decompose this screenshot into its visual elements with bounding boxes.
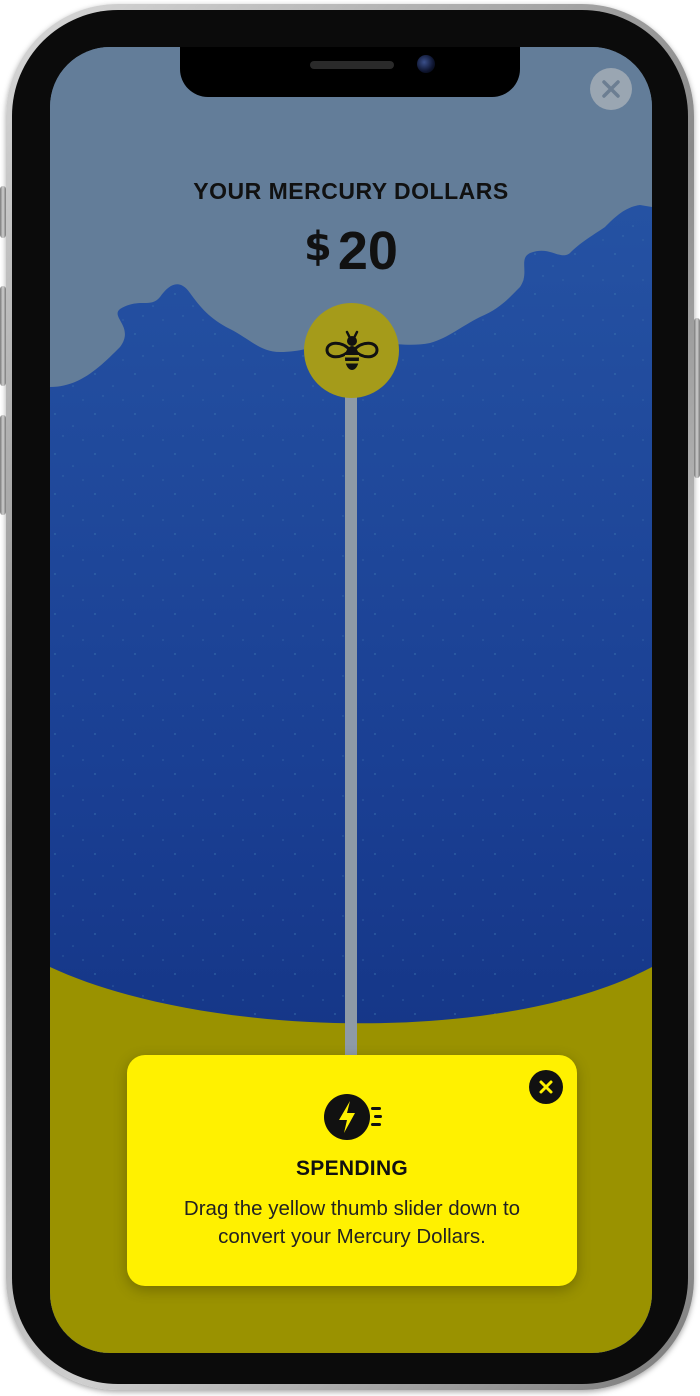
power-button xyxy=(694,318,700,478)
tooltip-text: Drag the yellow thumb slider down to con… xyxy=(147,1195,557,1251)
volume-down-button xyxy=(0,415,6,515)
slider-thumb[interactable] xyxy=(304,303,399,398)
slider-track[interactable] xyxy=(345,395,357,1055)
bee-icon xyxy=(324,330,379,370)
close-icon xyxy=(539,1080,553,1094)
amount-value: 20 xyxy=(337,221,398,281)
volume-up-button xyxy=(0,286,6,386)
earpiece-speaker xyxy=(310,61,394,69)
lightning-speed-icon xyxy=(324,1094,382,1140)
balance-label: YOUR MERCURY DOLLARS xyxy=(193,178,509,204)
balance-amount: $20 xyxy=(50,220,652,282)
tooltip-text-line-2: convert your Mercury Dollars. xyxy=(218,1225,486,1248)
device-notch xyxy=(180,47,520,97)
tooltip-text-line-1: Drag the yellow thumb slider down to xyxy=(183,1197,521,1220)
currency-symbol: $ xyxy=(304,224,332,270)
close-button[interactable] xyxy=(590,68,632,110)
tooltip-title: SPENDING xyxy=(295,1157,409,1180)
spending-tooltip: SPENDING Drag the yellow thumb slider do… xyxy=(127,1055,577,1286)
tooltip-close-button[interactable] xyxy=(529,1070,563,1104)
front-camera xyxy=(417,55,435,73)
silent-switch xyxy=(0,186,6,238)
close-icon xyxy=(602,80,620,98)
